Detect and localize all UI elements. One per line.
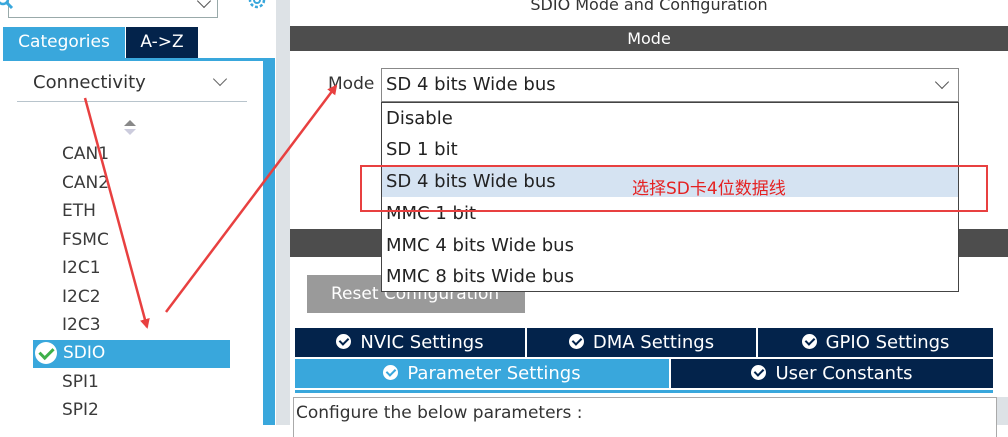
peripheral-item-i2c1[interactable]: I2C1	[62, 258, 101, 278]
peripheral-item-can1[interactable]: CAN1	[62, 144, 109, 164]
peripheral-item-eth[interactable]: ETH	[62, 201, 96, 221]
check-circle-icon	[35, 342, 57, 364]
tab-categories[interactable]: Categories	[3, 27, 125, 58]
tabs-underline	[295, 390, 993, 393]
check-circle-icon	[336, 334, 352, 349]
panel-divider[interactable]	[276, 0, 290, 425]
tab-user-constants[interactable]: User Constants	[671, 359, 993, 388]
tab-label: User Constants	[775, 363, 913, 384]
check-circle-icon	[751, 365, 767, 380]
mode-select[interactable]: SD 4 bits Wide bus	[381, 68, 959, 102]
tab-label: NVIC Settings	[360, 332, 484, 353]
peripheral-item-can2[interactable]: CAN2	[62, 173, 109, 193]
category-select-value: Connectivity	[33, 72, 146, 93]
gear-icon[interactable]	[244, 0, 270, 16]
peripheral-item-i2c3[interactable]: I2C3	[62, 315, 101, 335]
chevron-down-icon	[212, 71, 228, 87]
chevron-down-icon	[934, 74, 950, 90]
scroll-down-icon[interactable]	[124, 129, 136, 135]
category-select[interactable]: Connectivity	[17, 68, 247, 102]
search-icon[interactable]	[0, 0, 14, 14]
parameter-config-panel: Configure the below parameters :	[293, 397, 997, 437]
dropdown-option-mmc-8-bits[interactable]: MMC 8 bits Wide bus	[382, 261, 958, 292]
mode-label: Mode	[328, 74, 375, 94]
scroll-up-icon[interactable]	[124, 120, 136, 126]
peripheral-item-spi1[interactable]: SPI1	[62, 372, 99, 392]
chevron-down-icon[interactable]	[196, 0, 212, 9]
tab-dma-settings[interactable]: DMA Settings	[527, 328, 756, 357]
tab-gpio-settings[interactable]: GPIO Settings	[758, 328, 993, 357]
peripheral-item-sdio[interactable]: SDIO	[33, 340, 230, 368]
peripheral-item-fsmc[interactable]: FSMC	[62, 230, 109, 250]
mode-section-header: Mode	[290, 26, 1008, 51]
search-input[interactable]	[8, 0, 218, 18]
peripheral-item-spi2[interactable]: SPI2	[62, 400, 99, 420]
tab-underline	[3, 58, 275, 61]
check-circle-icon	[801, 334, 817, 349]
dropdown-option-sd-1-bit[interactable]: SD 1 bit	[382, 134, 958, 165]
panel-title: SDIO Mode and Configuration	[530, 0, 768, 14]
dropdown-option-mmc-4-bits[interactable]: MMC 4 bits Wide bus	[382, 230, 958, 261]
left-scrollbar[interactable]	[263, 60, 275, 425]
peripheral-item-label: SDIO	[63, 343, 106, 363]
config-instruction: Configure the below parameters :	[296, 403, 583, 423]
dropdown-option-disable[interactable]: Disable	[382, 103, 958, 134]
right-scrollbar[interactable]	[997, 397, 1008, 425]
tab-a-z[interactable]: A->Z	[126, 27, 198, 58]
peripheral-item-i2c2[interactable]: I2C2	[62, 287, 101, 307]
tab-nvic-settings[interactable]: NVIC Settings	[295, 328, 525, 357]
tab-label: DMA Settings	[592, 332, 715, 353]
mode-select-value: SD 4 bits Wide bus	[386, 74, 556, 95]
annotation-text: 选择SD卡4位数据线	[632, 179, 786, 199]
tab-label: GPIO Settings	[825, 332, 950, 353]
tab-label: Parameter Settings	[407, 363, 581, 384]
check-circle-icon	[568, 334, 584, 349]
check-circle-icon	[383, 365, 399, 380]
tab-parameter-settings[interactable]: Parameter Settings	[295, 359, 669, 388]
